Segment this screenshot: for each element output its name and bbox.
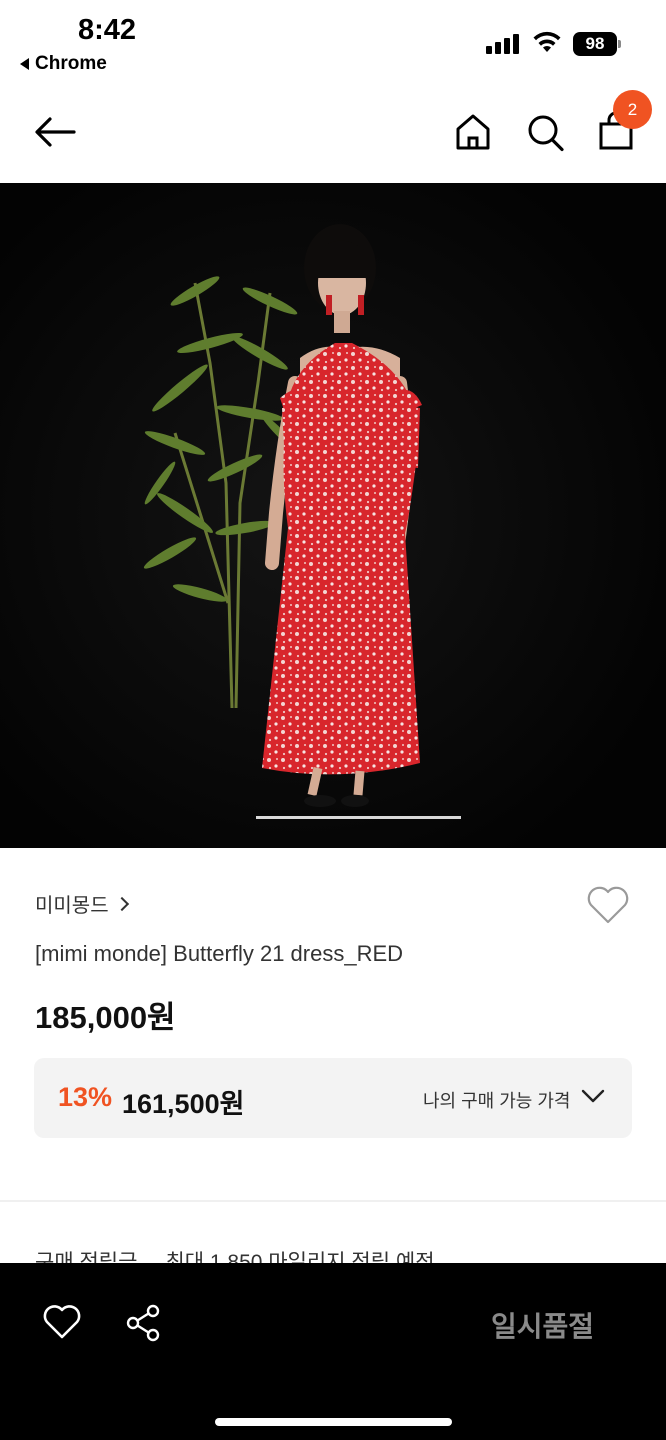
product-image[interactable] <box>0 183 666 848</box>
cart-count-badge: 2 <box>613 90 652 129</box>
chevron-down-icon[interactable] <box>581 1086 605 1106</box>
product-name: [mimi monde] Butterfly 21 dress_RED <box>35 941 404 966</box>
product-page: 8:42 Chrome 98 2 미미몽드 [mimi monde] Butte… <box>0 0 666 1440</box>
bottom-action-bar: 일시품절 <box>0 1263 666 1440</box>
heart-icon[interactable] <box>42 1303 82 1341</box>
discount-percent: 13% <box>58 1082 113 1112</box>
heart-icon[interactable] <box>585 884 631 926</box>
my-price-label: 나의 구매 가능 가격 <box>423 1091 571 1111</box>
battery-level: 98 <box>573 32 617 56</box>
nav-header <box>0 88 666 183</box>
cellular-signal-icon <box>486 34 519 54</box>
product-price: 185,000원 <box>35 1000 176 1035</box>
brand-link[interactable]: 미미몽드 <box>35 889 129 918</box>
back-triangle-icon <box>20 58 29 70</box>
share-icon[interactable] <box>125 1303 163 1343</box>
home-icon[interactable] <box>453 110 493 154</box>
gallery-indicator <box>256 816 461 819</box>
status-time: 8:42 <box>78 14 137 46</box>
chevron-right-icon <box>114 896 129 912</box>
arrow-left-icon[interactable] <box>30 112 80 152</box>
status-bar: 8:42 Chrome 98 <box>0 0 666 88</box>
back-app-label: Chrome <box>35 53 107 74</box>
brand-name: 미미몽드 <box>35 895 109 917</box>
home-indicator <box>215 1418 452 1426</box>
product-photo <box>0 183 666 848</box>
search-icon[interactable] <box>524 110 566 154</box>
battery-icon: 98 <box>573 32 621 56</box>
discount-price: 161,500원 <box>122 1089 245 1119</box>
wifi-icon <box>533 31 561 52</box>
soldout-button[interactable]: 일시품절 <box>491 1305 594 1345</box>
back-to-app-link[interactable]: Chrome <box>20 53 107 75</box>
section-divider <box>0 1200 666 1202</box>
my-price-panel[interactable]: 13% 161,500원 나의 구매 가능 가격 <box>34 1058 632 1138</box>
